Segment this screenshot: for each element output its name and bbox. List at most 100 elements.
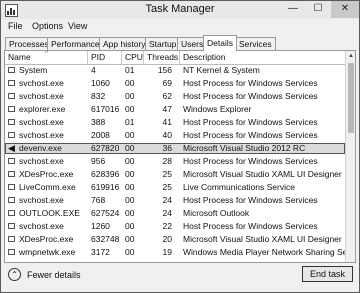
menu-file[interactable]: File — [8, 21, 23, 31]
vertical-scrollbar[interactable]: ▲ — [345, 51, 355, 262]
menu-options[interactable]: Options — [32, 21, 63, 31]
process-cpu: 00 — [125, 182, 135, 192]
end-task-button[interactable]: End task — [302, 266, 353, 282]
process-row[interactable]: svchost.exe 2008 00 40 Host Process for Wind… — [5, 130, 345, 141]
process-cpu: 00 — [125, 234, 135, 244]
process-cpu: 01 — [125, 117, 135, 127]
process-pid: 388 — [91, 117, 106, 127]
process-pid: 628396 — [91, 169, 120, 179]
column-header-threads[interactable]: Threads — [144, 51, 180, 64]
process-threads: 41 — [162, 117, 172, 127]
process-description: Host Process for Windows Services — [183, 156, 318, 166]
process-row[interactable]: svchost.exe 1060 00 69 Host Process for Wind… — [5, 78, 345, 89]
fewer-details-link[interactable]: Fewer details — [27, 270, 81, 280]
column-header-cpu[interactable]: CPU — [122, 51, 144, 64]
column-header-pid[interactable]: PID — [88, 51, 122, 64]
task-manager-window: Task Manager — ☐ ✕ File Options View Pro… — [0, 0, 360, 293]
process-row[interactable]: svchost.exe 388 01 41 Host Process for Windo… — [5, 117, 345, 128]
column-header-name[interactable]: ^ Name — [5, 51, 88, 64]
sort-ascending-icon: ^ — [45, 51, 49, 57]
process-pid: 1260 — [91, 221, 110, 231]
process-description: Host Process for Windows Services — [183, 130, 318, 140]
process-pid: 627820 — [91, 143, 120, 153]
close-button[interactable]: ✕ — [331, 1, 359, 18]
process-pid: 4 — [91, 65, 96, 75]
process-threads: 20 — [162, 234, 172, 244]
process-cpu: 00 — [125, 195, 135, 205]
process-row[interactable]: LiveComm.exe 619916 00 25 Live Communication… — [5, 182, 345, 193]
process-threads: 24 — [162, 195, 172, 205]
process-row[interactable]: ◀ devenv.exe 627820 00 36 Microsoft Visual St… — [5, 143, 345, 154]
tab-services[interactable]: Services — [235, 37, 276, 50]
process-pid: 832 — [91, 91, 106, 101]
process-threads: 28 — [162, 156, 172, 166]
tab-app-history[interactable]: App history — [99, 37, 150, 50]
tab-details[interactable]: Details — [203, 35, 237, 51]
process-threads: 69 — [162, 78, 172, 88]
process-name: svchost.exe — [19, 117, 64, 127]
footer-bar: ⌃ Fewer details End task — [1, 263, 359, 292]
process-row[interactable]: explorer.exe 617016 00 47 Windows Explorer — [5, 104, 345, 115]
process-threads: 40 — [162, 130, 172, 140]
tab-startup[interactable]: Startup — [145, 37, 181, 50]
process-description: Windows Media Player Network Sharing Ser… — [183, 247, 345, 257]
process-name: wmpnetwk.exe — [19, 247, 76, 257]
process-pid: 956 — [91, 156, 106, 166]
process-cpu: 00 — [125, 78, 135, 88]
process-threads: 22 — [162, 221, 172, 231]
process-cpu: 01 — [125, 65, 135, 75]
process-name: explorer.exe — [19, 104, 66, 114]
process-name: LiveComm.exe — [19, 182, 76, 192]
process-description: Live Communications Service — [183, 182, 295, 192]
process-description: Host Process for Windows Services — [183, 195, 318, 205]
process-row[interactable]: wmpnetwk.exe 3172 00 19 Windows Media Player… — [5, 247, 345, 258]
process-description: Host Process for Windows Services — [183, 91, 318, 101]
process-description: Microsoft Visual Studio 2012 RC — [183, 143, 306, 153]
details-panel: ^ Name PID CPU Threads Description Syste… — [4, 50, 356, 263]
process-name: svchost.exe — [19, 156, 64, 166]
process-name: OUTLOOK.EXE — [19, 208, 80, 218]
menu-view[interactable]: View — [68, 21, 87, 31]
process-description: Host Process for Windows Services — [183, 221, 318, 231]
process-name: XDesProc.exe — [19, 234, 74, 244]
process-row[interactable]: svchost.exe 832 00 62 Host Process for Windo… — [5, 91, 345, 102]
title-bar[interactable]: Task Manager — ☐ ✕ — [1, 1, 359, 19]
process-threads: 24 — [162, 208, 172, 218]
process-row[interactable]: OUTLOOK.EXE 627524 00 24 Microsoft Outlook — [5, 208, 345, 219]
process-cpu: 00 — [125, 247, 135, 257]
process-row[interactable]: svchost.exe 768 00 24 Host Process for Windo… — [5, 195, 345, 206]
tab-performance[interactable]: Performance — [47, 37, 104, 50]
process-row[interactable]: svchost.exe 956 00 28 Host Process for Windo… — [5, 156, 345, 167]
process-threads: 19 — [162, 247, 172, 257]
process-row[interactable]: svchost.exe 1260 00 22 Host Process for Wind… — [5, 221, 345, 232]
minimize-button[interactable]: — — [281, 1, 305, 18]
maximize-button[interactable]: ☐ — [306, 1, 330, 18]
process-pid: 632748 — [91, 234, 120, 244]
column-header-description[interactable]: Description — [180, 51, 345, 64]
tab-strip: Processes Performance App history Startu… — [1, 35, 359, 51]
process-row[interactable]: XDesProc.exe 632748 00 20 Microsoft Visual S… — [5, 234, 345, 245]
process-name: XDesProc.exe — [19, 169, 74, 179]
process-pid: 627524 — [91, 208, 120, 218]
process-name: System — [19, 65, 48, 75]
process-cpu: 00 — [125, 91, 135, 101]
tab-processes[interactable]: Processes — [5, 37, 53, 50]
process-cpu: 00 — [125, 156, 135, 166]
process-threads: 25 — [162, 169, 172, 179]
process-threads: 36 — [162, 143, 172, 153]
process-threads: 62 — [162, 91, 172, 101]
process-description: Microsoft Visual Studio XAML UI Designer — [183, 234, 342, 244]
scrollbar-thumb[interactable] — [348, 63, 354, 133]
process-cpu: 00 — [125, 104, 135, 114]
process-description: Microsoft Outlook — [183, 208, 250, 218]
process-pid: 768 — [91, 195, 106, 205]
collapse-chevron-icon[interactable]: ⌃ — [8, 268, 21, 281]
process-name: devenv.exe — [19, 143, 62, 153]
process-description: Host Process for Windows Services — [183, 78, 318, 88]
process-row[interactable]: XDesProc.exe 628396 00 25 Microsoft Visual S… — [5, 169, 345, 180]
process-row[interactable]: System 4 01 156 NT Kernel & System — [5, 65, 345, 76]
process-threads: 156 — [157, 65, 172, 75]
process-threads: 25 — [162, 182, 172, 192]
process-pid: 617016 — [91, 104, 120, 114]
scroll-up-arrow-icon[interactable]: ▲ — [346, 51, 355, 61]
